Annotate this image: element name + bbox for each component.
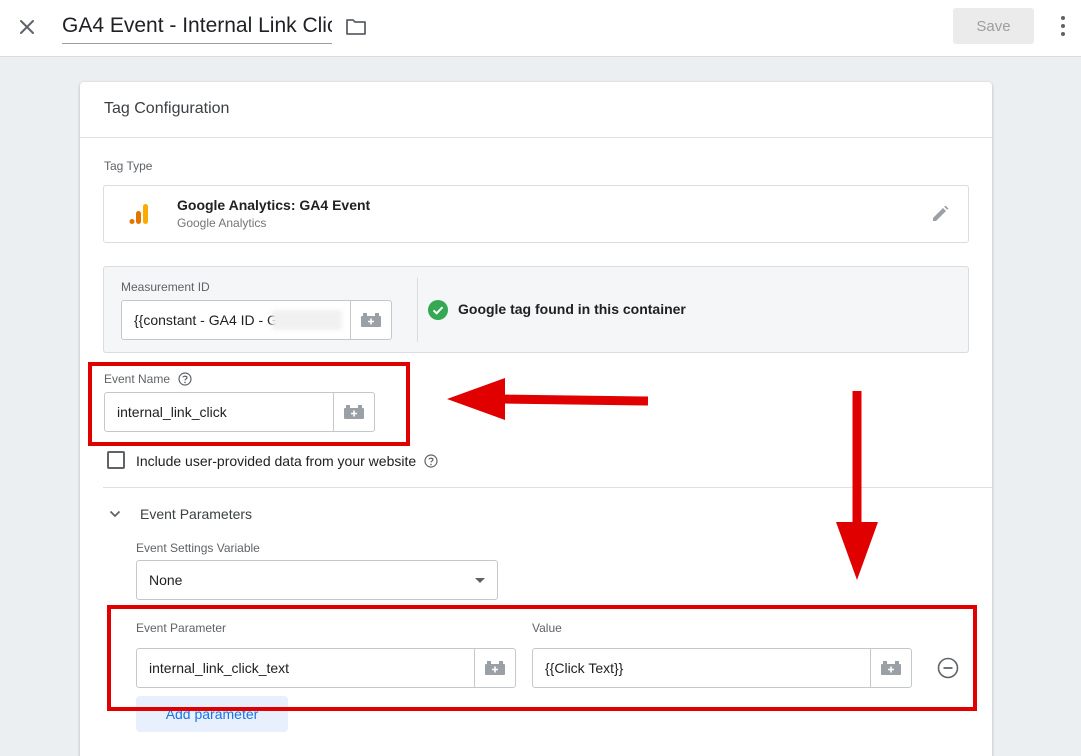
annotation-arrow-down: [836, 391, 878, 580]
annotation-arrow-left: [447, 378, 649, 420]
annotation-arrows: [447, 378, 878, 580]
